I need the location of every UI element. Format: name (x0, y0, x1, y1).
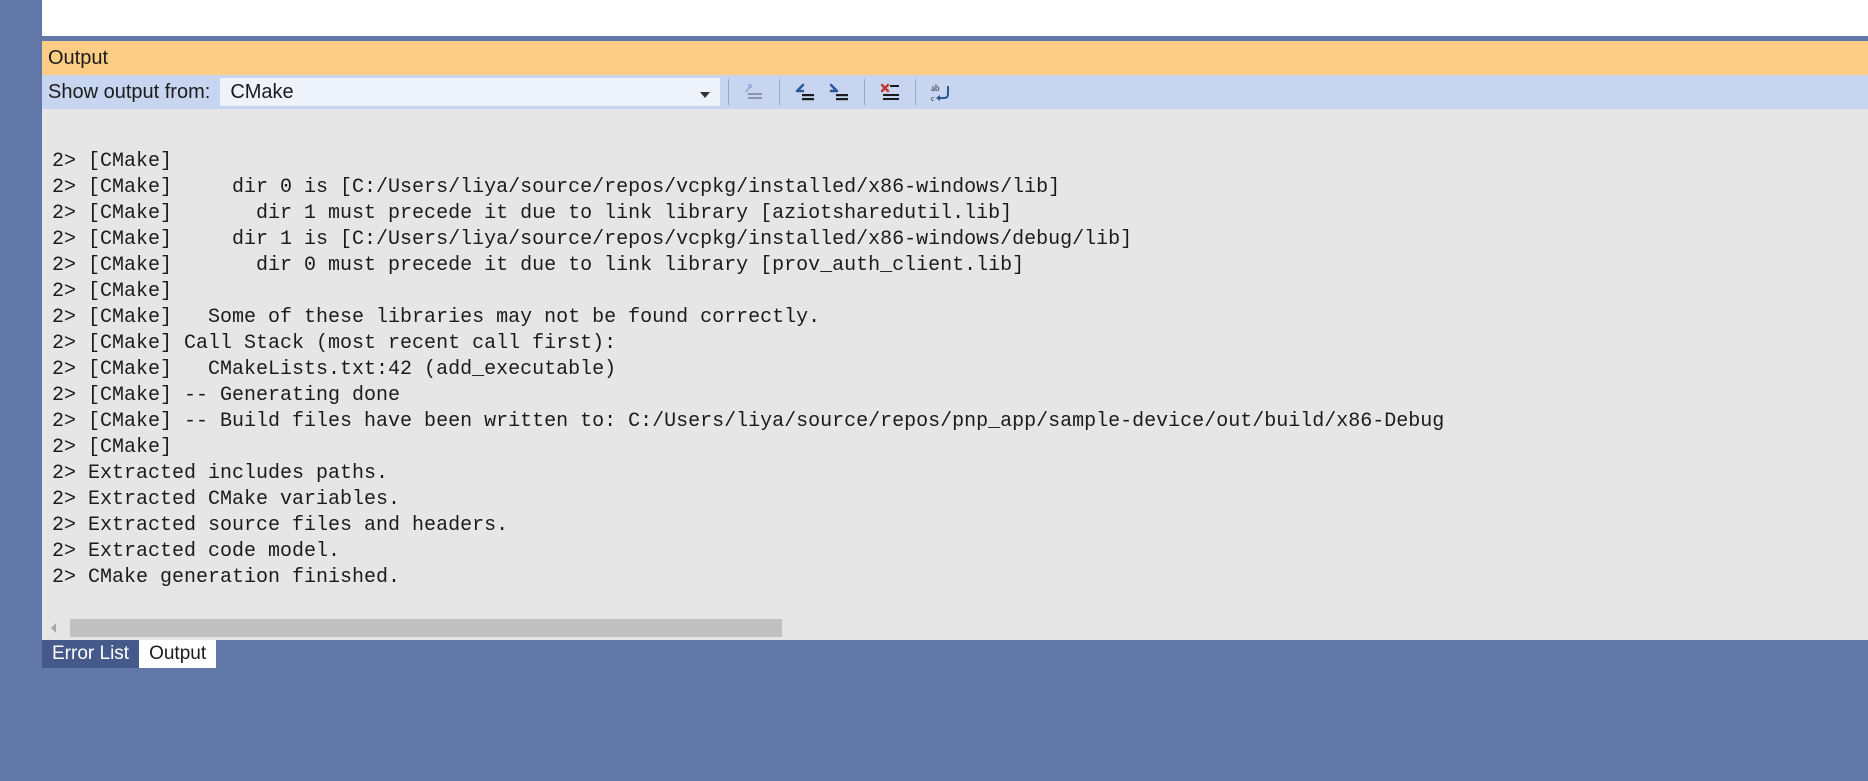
log-line: 2> [CMake] dir 1 is [C:/Users/liya/sourc… (52, 227, 1858, 253)
log-line: 2> [CMake] -- Build files have been writ… (52, 409, 1858, 435)
log-line: 2> [CMake] dir 0 is [C:/Users/liya/sourc… (52, 175, 1858, 201)
tab-output[interactable]: Output (139, 640, 216, 668)
log-line: 2> [CMake] CMakeLists.txt:42 (add_execut… (52, 357, 1858, 383)
log-line: 2> [CMake] (52, 435, 1858, 461)
tab-error-list[interactable]: Error List (42, 640, 139, 668)
svg-text:ab: ab (931, 83, 940, 93)
output-source-select[interactable]: CMake (220, 78, 720, 106)
log-line: 2> CMake generation finished. (52, 565, 1858, 591)
frame-gutter (0, 668, 1868, 781)
log-line: 2> [CMake] -- Generating done (52, 383, 1858, 409)
log-line: 2> [CMake] Some of these libraries may n… (52, 305, 1858, 331)
log-line: 2> Extracted includes paths. (52, 461, 1858, 487)
log-line: 2> [CMake] (52, 149, 1858, 175)
svg-text:c: c (931, 94, 935, 102)
scrollbar-thumb[interactable] (70, 619, 782, 637)
editor-area-placeholder (42, 0, 1868, 36)
show-output-from-label: Show output from: (48, 81, 220, 104)
previous-message-icon[interactable] (788, 78, 822, 106)
output-source-selected: CMake (230, 81, 293, 104)
output-panel-title-bar[interactable]: Output (42, 41, 1868, 75)
chevron-down-icon (700, 81, 710, 104)
next-message-icon[interactable] (822, 78, 856, 106)
log-line: 2> [CMake] (52, 279, 1858, 305)
scroll-left-arrow-icon[interactable] (42, 616, 66, 640)
toolbar-separator (864, 79, 865, 105)
log-line: 2> [CMake] Call Stack (most recent call … (52, 331, 1858, 357)
toolbar-separator (728, 79, 729, 105)
output-log-area[interactable]: 2> [CMake] 2> [CMake] dir 0 is [C:/Users… (42, 109, 1868, 616)
output-panel-title: Output (48, 47, 108, 70)
output-toolbar: Show output from: CMake ab (42, 75, 1868, 109)
toggle-word-wrap-icon[interactable]: ab c (924, 78, 958, 106)
horizontal-scrollbar[interactable] (42, 616, 1868, 640)
log-line: 2> Extracted code model. (52, 539, 1858, 565)
log-line: 2> Extracted source files and headers. (52, 513, 1858, 539)
toolbar-separator (779, 79, 780, 105)
log-line: 2> [CMake] dir 1 must precede it due to … (52, 201, 1858, 227)
toolbar-separator (915, 79, 916, 105)
log-line: 2> [CMake] dir 0 must precede it due to … (52, 253, 1858, 279)
log-line: 2> Extracted CMake variables. (52, 487, 1858, 513)
go-to-code-icon[interactable] (737, 78, 771, 106)
clear-all-icon[interactable] (873, 78, 907, 106)
tool-window-tabs: Error List Output (42, 640, 1868, 668)
outer-frame: Output Show output from: CMake ab (0, 0, 1868, 781)
